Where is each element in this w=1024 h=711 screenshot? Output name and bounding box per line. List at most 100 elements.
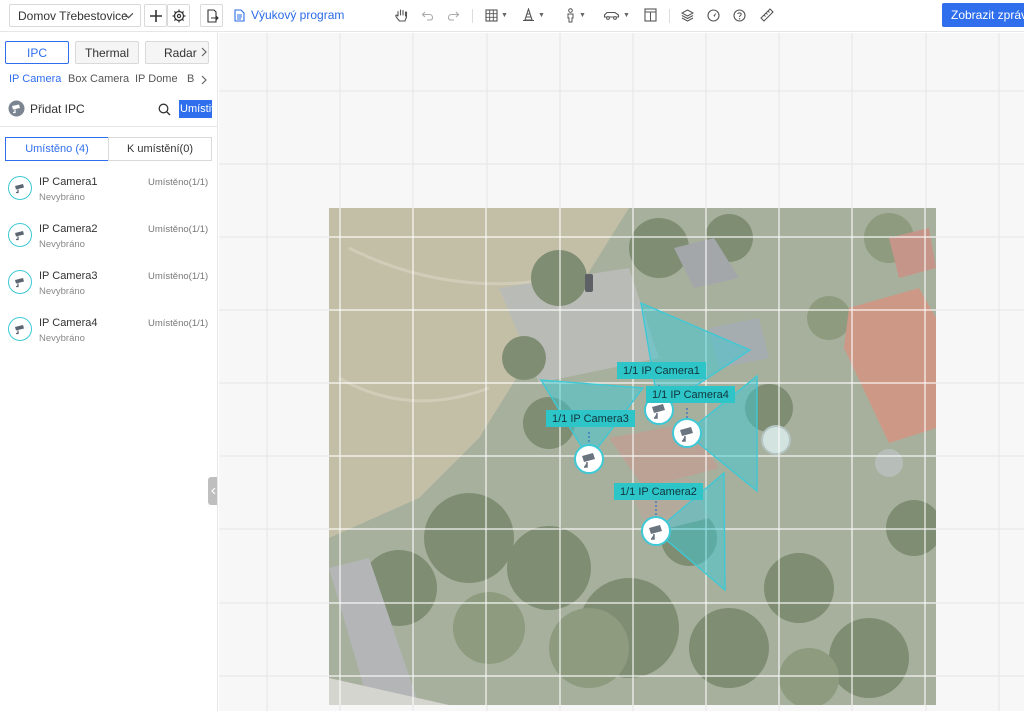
grid-icon <box>485 8 498 22</box>
help-button[interactable] <box>733 6 746 24</box>
door-icon <box>644 8 657 22</box>
camera-add-icon <box>8 100 25 117</box>
layers-button[interactable] <box>681 6 694 24</box>
undo-icon <box>421 11 434 21</box>
hand-icon <box>395 8 408 22</box>
add-site-button[interactable] <box>144 4 167 27</box>
camera-avatar <box>8 223 32 247</box>
document-icon <box>234 8 245 22</box>
help-icon <box>733 8 746 22</box>
car-icon <box>603 11 620 20</box>
subtab-ip-camera[interactable]: IP Camera <box>9 73 61 85</box>
caret-icon: ▼ <box>623 11 630 19</box>
add-ipc-label: Přidat IPC <box>30 101 85 116</box>
camera-icon <box>15 231 24 241</box>
camera-status: Umístěno(1/1) <box>148 224 209 235</box>
camera-list-item[interactable]: IP Camera4 Nevybráno Umístěno(1/1) <box>0 315 217 359</box>
camera-status: Umístěno(1/1) <box>148 271 209 282</box>
map-settings-button[interactable] <box>707 6 720 24</box>
tutorial-label: Výukový program <box>251 8 345 22</box>
camera-map-label[interactable]: 1/1 IP Camera2 <box>614 483 703 500</box>
camera-map-label[interactable]: 1/1 IP Camera3 <box>546 410 635 427</box>
camera-name: IP Camera1 <box>39 176 98 188</box>
camera-list-item[interactable]: IP Camera3 Nevybráno Umístěno(1/1) <box>0 268 217 312</box>
camera-name: IP Camera2 <box>39 223 98 235</box>
view-report-label: Zobrazit zprávu <box>951 8 1024 22</box>
map-canvas[interactable]: 1/1 IP Camera1 1/1 IP Camera4 1/1 IP Cam… <box>219 33 1024 711</box>
person-tool[interactable]: ▼ <box>565 6 586 24</box>
subtab-box-camera[interactable]: Box Camera <box>68 73 129 85</box>
door-tool[interactable] <box>644 6 657 24</box>
place-button-label: Umístit <box>180 103 212 115</box>
chevron-right-icon <box>201 47 207 57</box>
chevron-left-icon <box>211 487 216 495</box>
camera-list-item[interactable]: IP Camera1 Nevybráno Umístěno(1/1) <box>0 174 217 218</box>
measure-tool[interactable] <box>760 6 774 24</box>
traffic-cone-icon <box>523 8 534 22</box>
subtab-ip-dome[interactable]: IP Dome <box>135 73 178 85</box>
segment-placed[interactable]: Umístěno (4) <box>5 137 109 161</box>
toolbar-divider <box>472 9 473 23</box>
camera-map-label[interactable]: 1/1 IP Camera1 <box>617 362 706 379</box>
subtabs-next-button[interactable] <box>198 73 210 87</box>
place-button[interactable]: Umístit <box>179 100 212 118</box>
person-icon <box>567 7 574 22</box>
camera-status: Umístěno(1/1) <box>148 318 209 329</box>
gear-icon <box>172 9 185 22</box>
export-button[interactable] <box>200 4 223 27</box>
sidebar-divider <box>0 126 217 127</box>
camera-icon <box>15 184 24 194</box>
camera-avatar <box>8 176 32 200</box>
camera-map-label[interactable]: 1/1 IP Camera4 <box>646 386 735 403</box>
camera-name: IP Camera4 <box>39 317 98 329</box>
layers-icon <box>681 8 694 22</box>
caret-icon: ▼ <box>501 11 508 19</box>
barrier-tool[interactable]: ▼ <box>522 6 545 24</box>
segment-placed-label: Umístěno (4) <box>25 143 89 155</box>
ruler-icon <box>760 8 774 22</box>
camera-icon <box>15 325 24 335</box>
camera-status: Umístěno(1/1) <box>148 177 209 188</box>
view-report-button[interactable]: Zobrazit zprávu <box>942 3 1024 27</box>
tabs-next-button[interactable] <box>198 45 210 59</box>
search-icon <box>158 103 171 116</box>
tab-ipc-label: IPC <box>26 45 47 60</box>
vehicle-tool[interactable]: ▼ <box>603 6 630 24</box>
plus-icon <box>149 9 162 22</box>
tab-ipc[interactable]: IPC <box>5 41 69 64</box>
camera-icon <box>15 278 24 288</box>
toolbar-divider <box>669 9 670 23</box>
camera-name: IP Camera3 <box>39 270 98 282</box>
add-ipc-button[interactable]: Přidat IPC <box>8 100 85 117</box>
camera-list-item[interactable]: IP Camera2 Nevybráno Umístěno(1/1) <box>0 221 217 265</box>
pan-tool[interactable] <box>394 6 409 24</box>
search-button[interactable] <box>158 103 171 119</box>
subtab-bullet[interactable]: B <box>187 73 194 85</box>
compass-icon <box>707 8 720 22</box>
camera-selection: Nevybráno <box>39 239 85 250</box>
camera-avatar <box>8 317 32 341</box>
tutorial-link[interactable]: Výukový program <box>234 8 344 22</box>
undo-button[interactable] <box>421 6 434 24</box>
redo-button[interactable] <box>447 6 460 24</box>
device-sidebar: IPC Thermal Radar IP Camera Box Camera I… <box>0 33 218 711</box>
tab-thermal[interactable]: Thermal <box>75 41 139 64</box>
camera-selection: Nevybráno <box>39 286 85 297</box>
camera-selection: Nevybráno <box>39 333 85 344</box>
site-select[interactable]: Domov Třebestovice <box>9 4 141 27</box>
tab-radar-label: Radar <box>164 45 197 60</box>
site-settings-button[interactable] <box>167 4 190 27</box>
chevron-down-icon <box>123 12 134 19</box>
camera-avatar <box>8 270 32 294</box>
site-select-value: Domov Třebestovice <box>18 8 128 23</box>
chevron-right-icon <box>201 75 207 85</box>
file-export-icon <box>206 8 219 23</box>
top-toolbar: Domov Třebestovice Výukový program ▼ ▼ ▼… <box>0 0 1024 32</box>
segment-to-place-label: K umístění(0) <box>126 143 194 155</box>
grid-tool[interactable]: ▼ <box>485 6 508 24</box>
camera-selection: Nevybráno <box>39 192 85 203</box>
tab-thermal-label: Thermal <box>84 45 129 60</box>
caret-icon: ▼ <box>538 11 545 19</box>
segment-to-place[interactable]: K umístění(0) <box>108 137 212 161</box>
sidebar-collapse-handle[interactable] <box>208 477 217 505</box>
